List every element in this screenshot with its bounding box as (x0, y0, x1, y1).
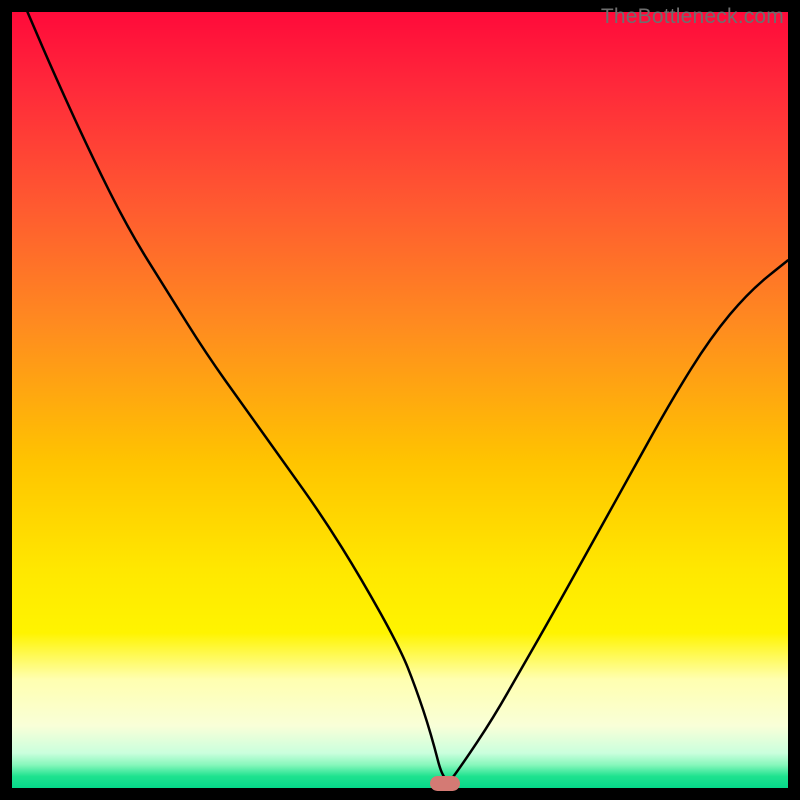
plot-area: TheBottleneck.com (12, 12, 788, 788)
bottleneck-curve (12, 12, 788, 788)
watermark-text: TheBottleneck.com (601, 5, 784, 29)
optimal-point-marker (430, 776, 460, 791)
curve-path (28, 12, 789, 780)
chart-frame: TheBottleneck.com (0, 0, 800, 800)
